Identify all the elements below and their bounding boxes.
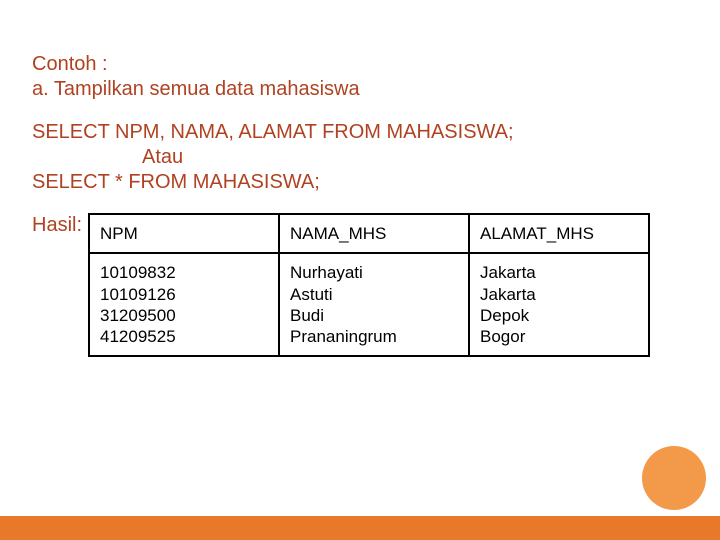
alamat-3: Bogor: [480, 326, 638, 347]
table-data-row: 10109832 10109126 31209500 41209525 Nurh…: [89, 253, 649, 356]
header-npm: NPM: [89, 214, 279, 253]
sql-block: SELECT NPM, NAMA, ALAMAT FROM MAHASISWA;…: [32, 120, 688, 195]
header-alamat: ALAMAT_MHS: [469, 214, 649, 253]
sql-line-1: SELECT NPM, NAMA, ALAMAT FROM MAHASISWA;: [32, 120, 688, 145]
example-item: a. Tampilkan semua data mahasiswa: [32, 77, 688, 102]
sql-line-2: SELECT * FROM MAHASISWA;: [32, 170, 688, 195]
intro-label: Contoh :: [32, 52, 688, 77]
nama-3: Prananingrum: [290, 326, 458, 347]
alamat-0: Jakarta: [480, 262, 638, 283]
cell-nama: Nurhayati Astuti Budi Prananingrum: [279, 253, 469, 356]
npm-0: 10109832: [100, 262, 268, 283]
result-row: Hasil: NPM NAMA_MHS ALAMAT_MHS 10109832 …: [32, 213, 688, 357]
decorative-circle: [642, 446, 706, 510]
sql-or: Atau: [32, 145, 688, 170]
result-label: Hasil:: [32, 213, 82, 238]
decorative-footer-bar: [0, 516, 720, 540]
content-area: Contoh : a. Tampilkan semua data mahasis…: [32, 52, 688, 357]
table-header-row: NPM NAMA_MHS ALAMAT_MHS: [89, 214, 649, 253]
npm-3: 41209525: [100, 326, 268, 347]
alamat-1: Jakarta: [480, 284, 638, 305]
npm-2: 31209500: [100, 305, 268, 326]
nama-0: Nurhayati: [290, 262, 458, 283]
cell-alamat: Jakarta Jakarta Depok Bogor: [469, 253, 649, 356]
slide: Contoh : a. Tampilkan semua data mahasis…: [0, 0, 720, 540]
result-table: NPM NAMA_MHS ALAMAT_MHS 10109832 1010912…: [88, 213, 650, 357]
header-nama: NAMA_MHS: [279, 214, 469, 253]
npm-1: 10109126: [100, 284, 268, 305]
nama-2: Budi: [290, 305, 458, 326]
alamat-2: Depok: [480, 305, 638, 326]
nama-1: Astuti: [290, 284, 458, 305]
cell-npm: 10109832 10109126 31209500 41209525: [89, 253, 279, 356]
